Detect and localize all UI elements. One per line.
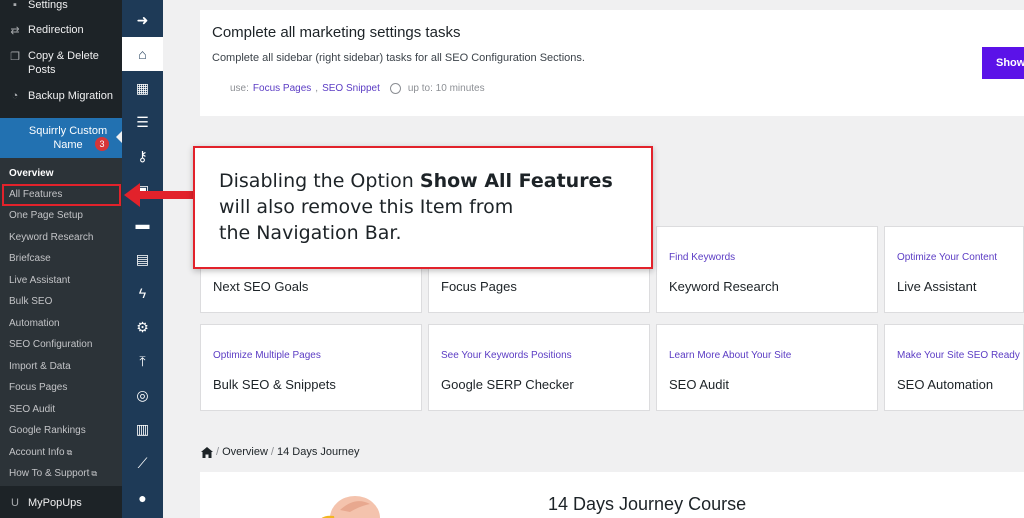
backup-icon: ◔	[11, 90, 19, 102]
submenu-one-page-setup[interactable]: One Page Setup	[9, 210, 83, 222]
submenu-automation[interactable]: Automation	[9, 318, 60, 330]
squirrly-submenu: Overview All Features One Page Setup Key…	[0, 158, 122, 486]
settings-icon: ▪	[13, 0, 17, 11]
submenu-account-info[interactable]: Account Info ⧉	[9, 447, 72, 459]
feature-card-seo-automation[interactable]: Make Your Site SEO Ready SEO Automation	[884, 324, 1024, 411]
feature-card-google-serp-checker[interactable]: See Your Keywords Positions Google SERP …	[428, 324, 650, 411]
feature-card-keyword-research[interactable]: Find Keywords Keyword Research	[656, 226, 878, 313]
menu-item-backup-migration[interactable]: ◔ Backup Migration	[0, 89, 122, 103]
breadcrumb: / Overview / 14 Days Journey	[201, 446, 360, 458]
task-card: Complete all marketing settings tasks Co…	[200, 10, 1024, 116]
task-meta: use: Focus Pages, SEO Snippet up to: 10 …	[230, 83, 485, 94]
copy-icon: ❐	[10, 50, 20, 63]
breadcrumb-overview[interactable]: Overview	[222, 446, 268, 458]
seo-snippet-link[interactable]: SEO Snippet	[322, 83, 380, 94]
chat-icon[interactable]: ▬	[122, 207, 163, 241]
bolt-icon[interactable]: ϟ	[122, 276, 163, 310]
task-description: Complete all sidebar (right sidebar) tas…	[212, 52, 585, 64]
feature-card-bulk-seo[interactable]: Optimize Multiple Pages Bulk SEO & Snipp…	[200, 324, 422, 411]
submenu-import-data[interactable]: Import & Data	[9, 361, 71, 373]
squirrly-icon-rail: ➜ ⌂ ▦ ☰ ⚷ ▣ ▬ ▤ ϟ ⚙ ⤒ ◎ ▥ ⟋ ●	[122, 0, 163, 518]
annotation-arrow-head	[124, 183, 140, 207]
menu-item-settings[interactable]: ▪ Settings	[0, 0, 122, 12]
submenu-keyword-research[interactable]: Keyword Research	[9, 232, 93, 244]
submenu-briefcase[interactable]: Briefcase	[9, 253, 51, 265]
wp-admin-sidebar: ▪ Settings ⇄ Redirection ❐ Copy & Delete…	[0, 0, 123, 518]
character-illustration-icon	[321, 496, 380, 518]
annotation-arrow	[138, 191, 194, 199]
menu-item-redirection[interactable]: ⇄ Redirection	[0, 23, 122, 37]
feature-card-seo-audit[interactable]: Learn More About Your Site SEO Audit	[656, 324, 878, 411]
bar-chart-icon[interactable]: ▥	[122, 412, 163, 446]
target-icon[interactable]: ◎	[122, 378, 163, 412]
callout-text: Disabling the Option Show All Features w…	[219, 170, 613, 244]
menu-item-copy-delete-posts[interactable]: ❐ Copy & Delete Posts	[0, 49, 110, 77]
home-icon[interactable]: ⌂	[122, 37, 163, 71]
key-icon[interactable]: ⚷	[122, 139, 163, 173]
popup-icon: U	[11, 497, 19, 509]
submenu-bulk-seo[interactable]: Bulk SEO	[9, 296, 52, 308]
external-link-icon: ⧉	[91, 469, 98, 478]
highlight-box	[2, 184, 121, 206]
redirection-icon: ⇄	[10, 24, 20, 37]
feature-card-live-assistant[interactable]: Optimize Your Content Live Assistant	[884, 226, 1024, 313]
menu-item-mypopups[interactable]: U MyPopUps	[0, 496, 122, 510]
user-icon[interactable]: ●	[122, 481, 163, 515]
table-icon[interactable]: ▤	[122, 242, 163, 276]
upload-icon[interactable]: ⤒	[122, 344, 163, 378]
notification-badge: 3	[95, 137, 109, 151]
home-icon[interactable]	[201, 446, 213, 458]
dashboard-icon[interactable]: ▦	[122, 71, 163, 105]
submenu-seo-configuration[interactable]: SEO Configuration	[9, 339, 92, 351]
list-icon[interactable]: ☰	[122, 105, 163, 139]
submenu-how-to-support[interactable]: How To & Support ⧉	[9, 468, 97, 480]
task-title: Complete all marketing settings tasks	[212, 24, 461, 41]
line-chart-icon[interactable]: ⟋	[122, 446, 163, 480]
journey-card: 14 Days Journey Course	[200, 472, 1024, 518]
submenu-live-assistant[interactable]: Live Assistant	[9, 275, 70, 287]
submenu-seo-audit[interactable]: SEO Audit	[9, 404, 55, 416]
external-link-icon: ⧉	[66, 448, 73, 457]
submenu-focus-pages[interactable]: Focus Pages	[9, 382, 67, 394]
submenu-google-rankings[interactable]: Google Rankings	[9, 425, 86, 437]
annotation-callout: Disabling the Option Show All Features w…	[193, 146, 653, 269]
gears-icon[interactable]: ⚙	[122, 310, 163, 344]
submenu-overview[interactable]: Overview	[9, 168, 53, 180]
breadcrumb-current: 14 Days Journey	[276, 446, 360, 458]
focus-pages-link[interactable]: Focus Pages	[253, 83, 311, 94]
arrow-right-icon[interactable]: ➜	[122, 3, 163, 37]
show-button[interactable]: Show	[982, 47, 1024, 79]
journey-title: 14 Days Journey Course	[548, 494, 747, 514]
clock-icon	[389, 83, 401, 94]
